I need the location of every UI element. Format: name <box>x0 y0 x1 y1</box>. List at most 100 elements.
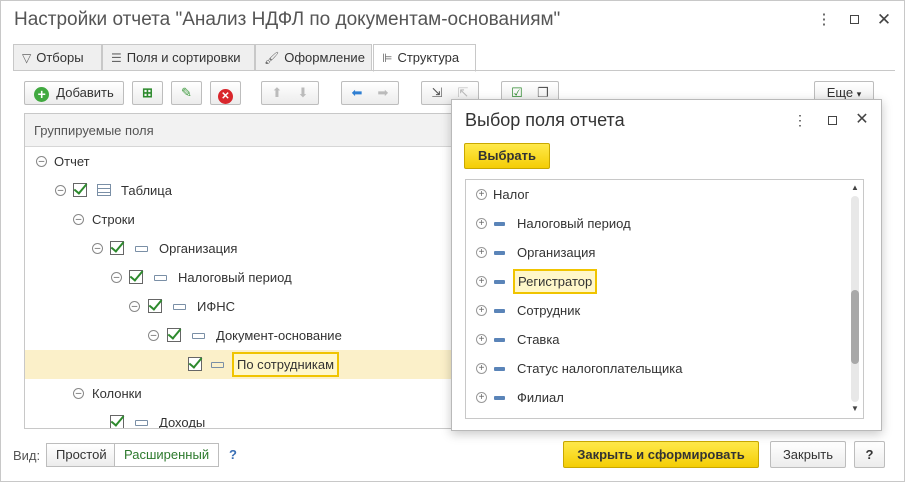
arrow-down-icon[interactable]: ⬇ <box>290 82 316 104</box>
list-item-organization[interactable]: + Организация <box>466 238 846 267</box>
checkbox[interactable] <box>129 270 143 284</box>
tab-appearance[interactable]: 🖌 Оформление <box>255 44 372 71</box>
tab-filters[interactable]: ▽ Отборы <box>13 44 102 71</box>
scrollbar[interactable]: ▲ ▼ <box>847 180 863 418</box>
field-icon <box>494 222 505 226</box>
checkbox[interactable] <box>110 241 124 255</box>
list-item-tax[interactable]: + Налог <box>466 180 846 209</box>
field-icon <box>211 362 224 368</box>
scrollbar-thumb[interactable] <box>851 290 859 364</box>
tree-row-organization[interactable]: – Организация <box>25 234 453 263</box>
field-icon <box>173 304 186 310</box>
add-group-button[interactable]: ⊞ <box>132 81 163 105</box>
tree-row-label: Документ-основание <box>216 328 342 343</box>
view-help-link[interactable]: ? <box>229 447 237 462</box>
maximize-icon[interactable] <box>845 11 863 29</box>
checkbox[interactable] <box>188 357 202 371</box>
tree-row-label: Отчет <box>54 154 90 169</box>
checkbox[interactable] <box>110 415 124 428</box>
collapse-icon[interactable]: – <box>92 243 103 254</box>
expand-icon[interactable]: + <box>476 305 487 316</box>
scroll-down-icon[interactable]: ▼ <box>850 404 860 413</box>
tree-row-columns[interactable]: – Колонки <box>25 379 453 408</box>
field-icon <box>494 251 505 255</box>
expand-icon[interactable]: + <box>476 218 487 229</box>
list-item-employee[interactable]: + Сотрудник <box>466 296 846 325</box>
close-and-generate-button[interactable]: Закрыть и сформировать <box>563 441 759 468</box>
expand-icon[interactable]: + <box>476 247 487 258</box>
grouping-tree: Группируемые поля – Отчет – Таблица – Ст… <box>24 113 454 429</box>
tree-row-report[interactable]: – Отчет <box>25 147 453 176</box>
add-group-icon: ⊞ <box>142 85 153 100</box>
field-icon <box>135 420 148 426</box>
more-vert-icon[interactable]: ⋮ <box>792 112 808 128</box>
list-item-label: Организация <box>517 245 596 260</box>
select-button[interactable]: Выбрать <box>464 143 550 169</box>
tree-row-label: Строки <box>92 212 135 227</box>
collapse-icon[interactable]: – <box>73 214 84 225</box>
collapse-icon[interactable]: – <box>73 388 84 399</box>
expand-icon[interactable]: + <box>476 334 487 345</box>
structure-icon: ⊫ <box>382 51 393 65</box>
checkbox[interactable] <box>148 299 162 313</box>
tree-row-tax-period[interactable]: – Налоговый период <box>25 263 453 292</box>
tree-row-income[interactable]: Доходы <box>25 408 453 428</box>
close-button[interactable]: Закрыть <box>770 441 846 468</box>
tab-label: Оформление <box>284 50 365 65</box>
list-item-taxpayer-status[interactable]: + Статус налогоплательщика <box>466 354 846 383</box>
move-up-down-group: ⬆ ⬇ <box>261 81 319 105</box>
tree-row-ifns[interactable]: – ИФНС <box>25 292 453 321</box>
list-item-tax-period[interactable]: + Налоговый период <box>466 209 846 238</box>
tree-row-by-employees[interactable]: По сотрудникам <box>25 350 453 379</box>
collapse-icon[interactable]: – <box>148 330 159 341</box>
tree-row-rows[interactable]: – Строки <box>25 205 453 234</box>
tab-structure[interactable]: ⊫ Структура <box>373 44 476 72</box>
tree-row-base-document[interactable]: – Документ-основание <box>25 321 453 350</box>
arrow-right-icon[interactable]: ➡ <box>370 82 396 104</box>
expand-icon[interactable]: + <box>476 392 487 403</box>
dialog-title: Выбор поля отчета <box>465 110 625 130</box>
add-button[interactable]: + Добавить <box>24 81 124 105</box>
scroll-up-icon[interactable]: ▲ <box>850 183 860 192</box>
checkbox[interactable] <box>73 183 87 197</box>
edit-button[interactable]: ✎ <box>171 81 202 105</box>
checkbox[interactable] <box>167 328 181 342</box>
view-simple-button[interactable]: Простой <box>46 443 117 467</box>
view-advanced-button[interactable]: Расширенный <box>114 443 220 467</box>
expand-icon[interactable]: + <box>476 189 487 200</box>
fields-icon: ☰ <box>111 51 122 65</box>
tab-fields-sorting[interactable]: ☰ Поля и сортировки <box>102 44 255 71</box>
help-button[interactable]: ? <box>854 441 885 468</box>
list-item-label: Налоговый период <box>517 216 631 231</box>
list-item-rate[interactable]: + Ставка <box>466 325 846 354</box>
pencil-icon: ✎ <box>181 85 192 100</box>
arrow-left-icon[interactable]: ⬅ <box>344 82 370 104</box>
close-icon[interactable]: ✕ <box>854 112 870 128</box>
field-picker-dialog: Выбор поля отчета ⋮ ✕ Выбрать + Налог + … <box>451 99 882 431</box>
list-item-selected-label[interactable]: Регистратор <box>513 269 598 294</box>
chevron-down-icon: ▾ <box>856 89 862 99</box>
collapse-icon[interactable]: – <box>129 301 140 312</box>
tab-label: Отборы <box>36 50 84 65</box>
collapse-icon[interactable]: – <box>55 185 66 196</box>
arrow-up-icon[interactable]: ⬆ <box>264 82 290 104</box>
tree-row-label: Организация <box>159 241 238 256</box>
more-vert-icon[interactable]: ⋮ <box>815 11 833 29</box>
field-icon <box>192 333 205 339</box>
field-icon <box>135 246 148 252</box>
tree-header: Группируемые поля <box>25 114 453 147</box>
list-item-registrar[interactable]: + Регистратор <box>466 267 846 296</box>
list-item-branch[interactable]: + Филиал <box>466 383 846 412</box>
tree-row-edit-field[interactable]: По сотрудникам <box>232 352 340 377</box>
list-item-label: Статус налогоплательщика <box>517 361 683 376</box>
collapse-icon[interactable]: – <box>36 156 47 167</box>
tree-row-table[interactable]: – Таблица <box>25 176 453 205</box>
hierarchy-icon[interactable]: ⇲ <box>424 82 450 104</box>
expand-icon[interactable]: + <box>476 363 487 374</box>
view-label: Вид: <box>13 448 41 463</box>
maximize-icon[interactable] <box>824 112 840 128</box>
collapse-icon[interactable]: – <box>111 272 122 283</box>
delete-button[interactable]: ✕ <box>210 81 241 105</box>
close-icon[interactable]: ✕ <box>875 11 893 29</box>
expand-icon[interactable]: + <box>476 276 487 287</box>
